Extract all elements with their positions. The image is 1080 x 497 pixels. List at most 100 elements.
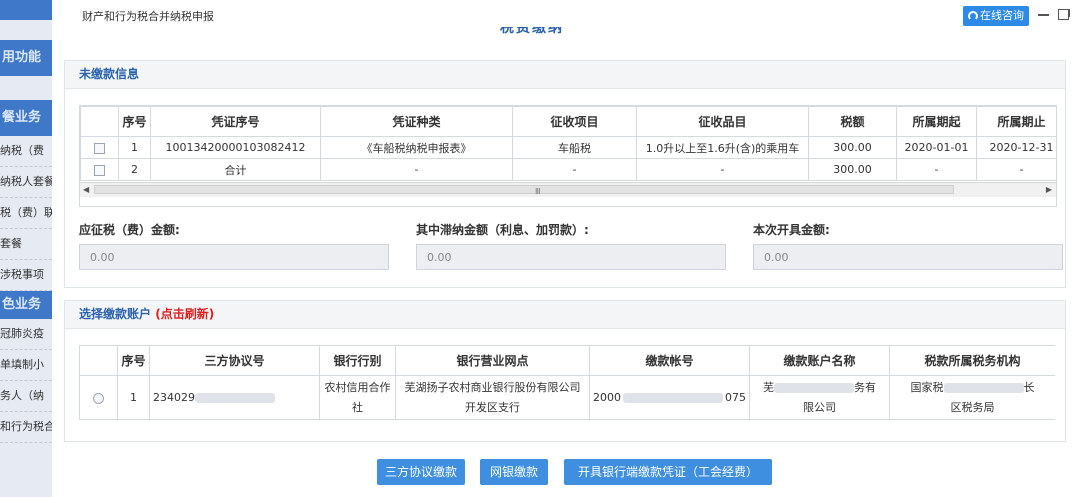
cell-account-no: 2000 075	[589, 375, 750, 420]
col-account-no: 缴款帐号	[589, 345, 750, 376]
sidebar-item[interactable]: 纳税人套餐	[0, 167, 52, 198]
cell-tax: 300.00	[808, 136, 897, 159]
account-name-end: 务有	[854, 380, 876, 394]
sidebar-item[interactable]: 和行为税合	[0, 412, 52, 443]
headset-icon	[968, 11, 978, 21]
maximize-icon[interactable]	[1058, 9, 1070, 20]
col-sub-item: 征收品目	[636, 106, 809, 137]
col-no: 序号	[117, 345, 150, 376]
sidebar-item[interactable]: 涉税事项	[0, 260, 52, 291]
scroll-left-icon[interactable]: ◀	[83, 185, 89, 194]
account-radio[interactable]	[93, 392, 104, 404]
account-no-start: 2000	[593, 391, 621, 404]
account-name-line2: 限公司	[803, 400, 836, 414]
col-start: 所属期起	[896, 106, 977, 137]
tax-org-line2: 区税务局	[950, 400, 995, 414]
sidebar-item[interactable]: 务人（纳	[0, 381, 52, 412]
row-checkbox[interactable]	[94, 142, 105, 154]
tripartite-pay-button[interactable]: 三方协议缴款	[377, 459, 465, 485]
row-checkbox[interactable]	[94, 164, 105, 176]
col-branch: 银行营业网点	[395, 345, 590, 376]
redacted-mask	[943, 382, 1024, 393]
online-consult-button[interactable]: 在线咨询	[963, 6, 1029, 26]
unpaid-info-title: 未缴款信息	[65, 61, 1065, 89]
horizontal-scrollbar[interactable]: ◀ Ⅲ ▶	[80, 182, 1056, 197]
account-panel-title: 选择缴款账户 (点击刷新)	[65, 301, 1065, 329]
sidebar-section-special[interactable]: 色业务	[0, 291, 52, 319]
cell-item: 车船税	[512, 136, 637, 159]
col-tax: 税额	[808, 106, 897, 137]
issue-amount-field: 0.00	[753, 244, 1063, 270]
cell-end: -	[976, 158, 1056, 181]
redacted-mask	[623, 393, 723, 403]
cell-no: 1	[118, 136, 151, 159]
sidebar-section-common[interactable]: 用功能	[0, 40, 52, 76]
online-consult-label: 在线咨询	[980, 9, 1024, 22]
cell-account-name: 芜 务有限公司	[749, 375, 890, 420]
issue-amount-label: 本次开具金额:	[753, 223, 830, 237]
issue-voucher-button[interactable]: 开具银行端缴款凭证（工会经费）	[564, 459, 772, 485]
col-item: 征收项目	[512, 106, 637, 137]
table-row[interactable]: 1 10013420000103082412 《车船税纳税申报表》 车船税 1.…	[80, 136, 1056, 159]
col-agreement: 三方协议号	[149, 345, 320, 376]
cell-branch: 芜湖扬子农村商业银行股份有限公司 开发区支行	[395, 375, 590, 420]
due-amount-field: 0.00	[79, 244, 389, 270]
redacted-mask	[774, 382, 854, 393]
refresh-link[interactable]: (点击刷新)	[155, 307, 214, 321]
sidebar-item[interactable]: 套餐	[0, 229, 52, 260]
col-no: 序号	[118, 106, 151, 137]
unpaid-table-wrap[interactable]: 序号 凭证序号 凭证种类 征收项目 征收品目 税额 所属期起 所属期止 1 10…	[79, 105, 1057, 207]
col-select	[79, 345, 118, 376]
unpaid-table: 序号 凭证序号 凭证种类 征收项目 征收品目 税额 所属期起 所属期止 1 10…	[80, 106, 1056, 181]
sidebar-section-package[interactable]: 餐业务	[0, 100, 52, 136]
scrollbar-thumb[interactable]: Ⅲ	[94, 185, 954, 196]
cell-voucher-no: 合计	[150, 158, 321, 181]
cell-end: 2020-12-31	[976, 136, 1056, 159]
col-select	[80, 106, 119, 137]
cell-voucher-type: 《车船税纳税申报表》	[320, 136, 513, 159]
agreement-prefix: 234029	[153, 391, 195, 404]
due-amount-label: 应征税（费）金额:	[79, 223, 180, 237]
col-account-name: 缴款账户名称	[749, 345, 890, 376]
col-tax-org: 税款所属税务机构	[889, 345, 1055, 376]
cell-tax: 300.00	[808, 158, 897, 181]
col-bank: 银行行别	[319, 345, 396, 376]
sidebar: 用功能 餐业务 纳税（费 纳税人套餐 税（费）联 套餐 涉税事项 色业务 冠肺炎…	[0, 0, 52, 497]
sidebar-item[interactable]: 冠肺炎疫	[0, 319, 52, 350]
scroll-right-icon[interactable]: ▶	[1046, 185, 1052, 194]
minimize-icon[interactable]	[1038, 14, 1049, 16]
col-end: 所属期止	[976, 106, 1056, 137]
page-heading: 税费缴纳	[500, 27, 564, 35]
account-no-end: 075	[725, 391, 746, 404]
tax-org-end: 长	[1023, 380, 1035, 394]
late-fee-label: 其中滞纳金额（利息、加罚款）:	[416, 223, 589, 237]
sidebar-item[interactable]: 单填制小	[0, 350, 52, 381]
unpaid-info-panel: 未缴款信息 序号 凭证序号 凭证种类 征收项目 征收品目 税额 所属期起 所属期…	[64, 60, 1066, 288]
account-title: 选择缴款账户	[79, 307, 152, 321]
cell-sub-item: -	[636, 158, 809, 181]
dialog-titlebar: 财产和行为税合并纳税申报 在线咨询	[52, 0, 1080, 30]
account-name-start: 芜	[763, 380, 774, 394]
sidebar-item[interactable]: 纳税（费	[0, 136, 52, 167]
cell-start: 2020-01-01	[896, 136, 977, 159]
sidebar-item[interactable]: 税（费）联	[0, 198, 52, 229]
cell-agreement: 234029	[149, 375, 320, 420]
branch-line1: 芜湖扬子农村商业银行股份有限公司	[404, 380, 581, 394]
tax-org-start: 国家税	[910, 380, 944, 394]
scroll-grip: Ⅲ	[535, 187, 541, 196]
tax-payment-dialog: 财产和行为税合并纳税申报 在线咨询 税费缴纳 未缴款信息 序号 凭证序号 凭证种…	[52, 0, 1080, 497]
table-row-total[interactable]: 2 合计 - - - 300.00 - -	[80, 158, 1056, 181]
cell-voucher-type: -	[320, 158, 513, 181]
redacted-mask	[195, 393, 275, 403]
late-fee-field: 0.00	[416, 244, 726, 270]
cell-voucher-no: 10013420000103082412	[150, 136, 321, 159]
col-voucher-no: 凭证序号	[150, 106, 321, 137]
account-row[interactable]: 1 234029 农村信用合作社 芜湖扬子农村商业银行股份有限公司 开发区支行 2…	[79, 375, 1055, 420]
cell-sub-item: 1.0升以上至1.6升(含)的乘用车	[636, 136, 809, 159]
online-bank-pay-button[interactable]: 网银缴款	[480, 459, 548, 485]
payment-account-panel: 选择缴款账户 (点击刷新) 序号 三方协议号 银行行别 银行营业网点 缴款帐号 …	[64, 300, 1066, 442]
account-table: 序号 三方协议号 银行行别 银行营业网点 缴款帐号 缴款账户名称 税款所属税务机…	[79, 345, 1055, 420]
account-table-wrap: 序号 三方协议号 银行行别 银行营业网点 缴款帐号 缴款账户名称 税款所属税务机…	[79, 345, 1055, 421]
cell-item: -	[512, 158, 637, 181]
sidebar-top	[0, 0, 52, 20]
